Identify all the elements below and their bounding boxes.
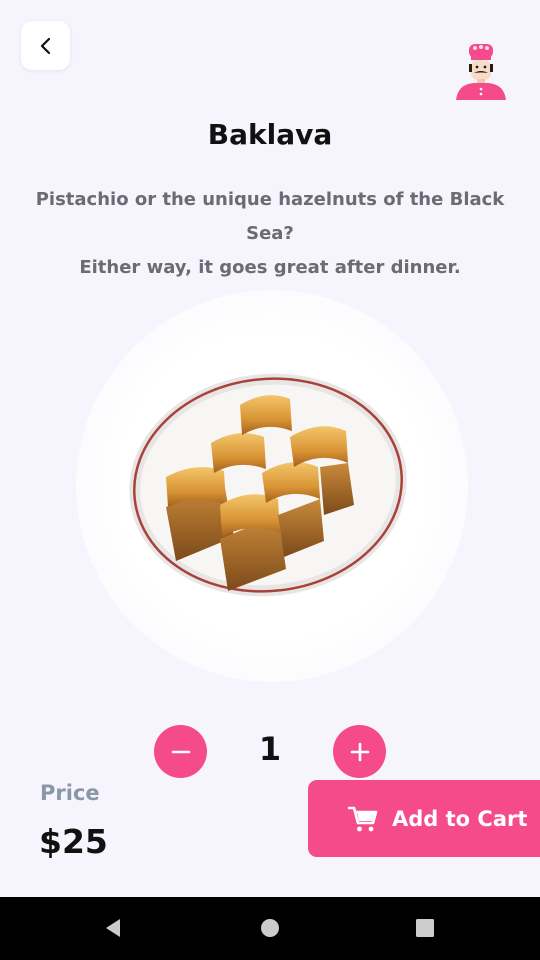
product-description: Pistachio or the unique hazelnuts of the… bbox=[30, 183, 510, 285]
plus-icon bbox=[350, 742, 369, 761]
recents-icon bbox=[416, 919, 434, 937]
shopping-cart-icon bbox=[348, 806, 378, 831]
chevron-left-icon bbox=[40, 37, 50, 54]
price-value: $25 bbox=[39, 822, 108, 861]
add-to-cart-label: Add to Cart bbox=[392, 806, 528, 831]
decrease-quantity-button[interactable] bbox=[154, 725, 207, 778]
description-line-1: Pistachio or the unique hazelnuts of the… bbox=[35, 189, 505, 244]
nav-home-button[interactable] bbox=[253, 911, 287, 945]
home-icon bbox=[261, 919, 279, 937]
back-button[interactable] bbox=[21, 21, 70, 70]
product-title: Baklava bbox=[207, 118, 333, 151]
baklava-plate-image bbox=[129, 373, 407, 597]
description-line-2: Either way, it goes great after dinner. bbox=[79, 257, 461, 278]
price-label: Price bbox=[40, 781, 100, 805]
chef-avatar-icon bbox=[456, 44, 506, 100]
add-to-cart-button[interactable]: Add to Cart bbox=[308, 780, 540, 857]
system-nav-bar bbox=[0, 897, 540, 960]
increase-quantity-button[interactable] bbox=[333, 725, 386, 778]
nav-back-button[interactable] bbox=[96, 911, 130, 945]
back-icon bbox=[106, 919, 120, 937]
nav-recents-button[interactable] bbox=[408, 911, 442, 945]
minus-icon bbox=[171, 750, 190, 753]
quantity-value: 1 bbox=[258, 730, 282, 768]
